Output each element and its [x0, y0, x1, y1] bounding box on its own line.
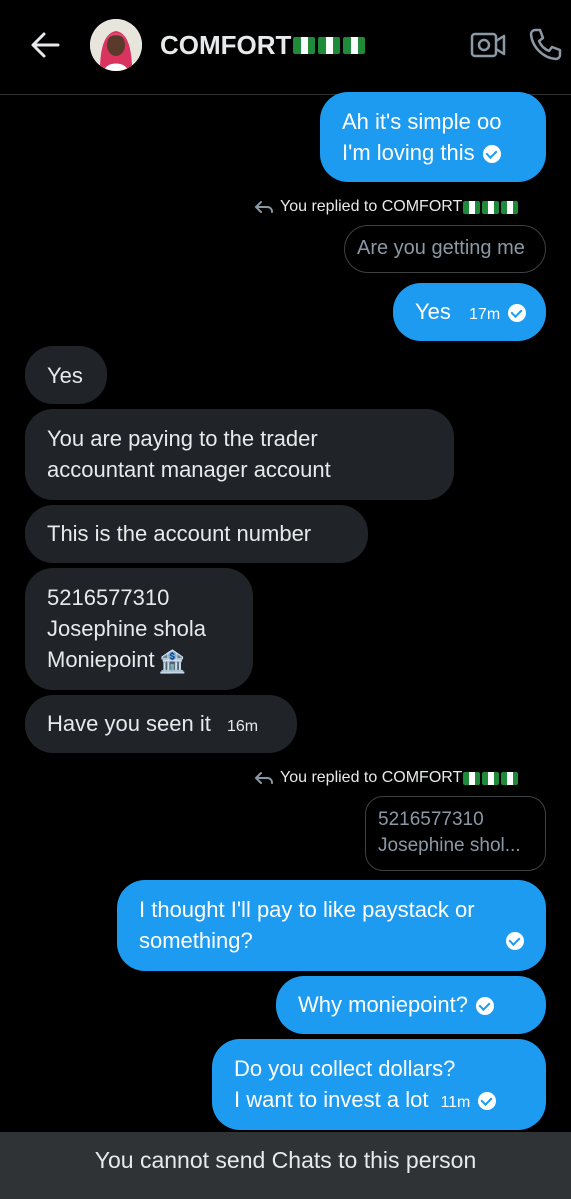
message-line: I'm loving this: [342, 140, 475, 165]
seen-check-icon: [508, 304, 527, 323]
notice-text: You cannot send Chats to this person: [94, 1147, 477, 1173]
video-call-icon[interactable]: [470, 30, 506, 60]
message-bubble-received[interactable]: Have you seen it 16m: [25, 695, 297, 753]
message-bubble-received[interactable]: 5216577310 Josephine shola Moniepoint 🏦: [25, 568, 253, 690]
message-line: Do you collect dollars?: [234, 1056, 456, 1081]
phone-icon[interactable]: [527, 26, 563, 62]
message-line: You are paying to the trader: [47, 426, 318, 451]
message-bubble-received[interactable]: This is the account number: [25, 505, 368, 563]
message-line: Moniepoint: [47, 647, 155, 672]
avatar[interactable]: [90, 19, 142, 71]
message-line: accountant manager account: [47, 457, 331, 482]
message-line: something?: [139, 928, 253, 953]
message-bubble-received[interactable]: You are paying to the trader accountant …: [25, 409, 454, 500]
message-bubble-sent[interactable]: I thought I'll pay to like paystack or s…: [117, 880, 546, 971]
message-line: Yes: [415, 299, 451, 324]
cannot-send-notice: You cannot send Chats to this person: [0, 1132, 571, 1199]
message-line: Ah it's simple oo: [342, 109, 502, 134]
contact-name: COMFORT: [160, 30, 292, 60]
message-bubble-sent[interactable]: Yes 17m: [393, 283, 546, 341]
seen-check-icon: [482, 145, 501, 164]
message-time: 11m: [440, 1094, 471, 1111]
message-line: Yes: [47, 363, 83, 388]
chat-header: COMFORT: [0, 0, 571, 95]
quoted-message[interactable]: 5216577310 Josephine shol...: [365, 796, 546, 871]
seen-check-icon: [478, 1092, 497, 1111]
reply-label: You replied to COMFORT: [280, 769, 463, 786]
quoted-text: 5216577310: [378, 809, 484, 830]
message-bubble-received[interactable]: Yes: [25, 346, 107, 404]
message-line: 5216577310: [47, 585, 170, 610]
message-bubble-sent[interactable]: Ah it's simple oo I'm loving this: [320, 92, 546, 182]
message-time: 17m: [469, 306, 501, 323]
message-bubble-sent[interactable]: Why moniepoint?: [276, 976, 546, 1034]
message-line: Josephine shola: [47, 616, 207, 641]
message-line: This is the account number: [47, 521, 312, 546]
message-line: I want to invest a lot: [234, 1087, 429, 1112]
bank-icon: 🏦: [158, 649, 187, 674]
seen-check-icon: [475, 997, 494, 1016]
back-arrow-icon[interactable]: [28, 28, 62, 62]
quoted-text: Josephine shol...: [378, 835, 521, 856]
reply-arrow-icon: [254, 201, 273, 213]
nigeria-flags-icon: [463, 200, 519, 214]
quoted-message[interactable]: Are you getting me: [344, 225, 546, 273]
message-time: 16m: [227, 718, 259, 735]
message-bubble-sent[interactable]: Do you collect dollars? I want to invest…: [212, 1039, 546, 1130]
quoted-text: Are you getting me: [357, 237, 525, 259]
message-line: Have you seen it: [47, 711, 211, 736]
seen-check-icon: [506, 932, 524, 950]
reply-indicator: You replied to COMFORT: [254, 198, 519, 216]
reply-label: You replied to COMFORT: [280, 198, 463, 215]
nigeria-flags-icon: [293, 37, 366, 54]
chat-title[interactable]: COMFORT: [160, 30, 366, 61]
reply-arrow-icon: [254, 772, 273, 784]
message-line: I thought I'll pay to like paystack or: [139, 897, 475, 922]
reply-indicator: You replied to COMFORT: [254, 769, 519, 787]
nigeria-flags-icon: [463, 771, 519, 785]
message-line: Why moniepoint?: [298, 992, 468, 1017]
